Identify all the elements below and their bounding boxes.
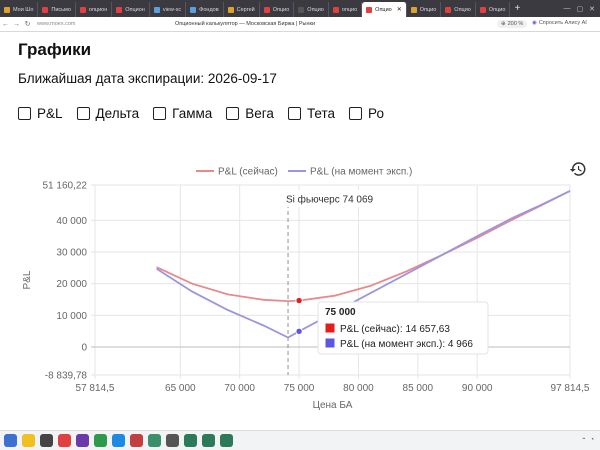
- series-line-0: [156, 190, 571, 303]
- tooltip-swatch-expiry: [324, 337, 336, 349]
- y-tick-label: -8 839,78: [45, 371, 88, 382]
- taskbar: ⌃ ◔: [0, 430, 600, 450]
- tooltip-line-now: P&L (сейчас): 14 657,63: [340, 324, 450, 335]
- taskbar-app-icon[interactable]: [22, 434, 35, 447]
- taskbar-app-icon[interactable]: [184, 434, 197, 447]
- y-axis-ticks: -8 839,78 0 10 000 20 000 30 000 40 000 51 160…: [43, 181, 88, 382]
- x-tick-label: 90 000: [462, 383, 493, 394]
- y-tick-label: 51 160,22: [43, 181, 88, 192]
- system-tray: ⌃ ◔: [581, 437, 600, 444]
- taskbar-app-icon[interactable]: [166, 434, 179, 447]
- tooltip-line-expiry: P&L (на момент эксп.): 4 966: [340, 339, 473, 350]
- y-tick-label: 0: [81, 343, 87, 354]
- chevron-up-icon[interactable]: ⌃: [581, 437, 586, 444]
- taskbar-app-icon[interactable]: [130, 434, 143, 447]
- tooltip-title: 75 000: [325, 307, 356, 318]
- taskbar-app-icon[interactable]: [40, 434, 53, 447]
- y-tick-label: 10 000: [56, 311, 87, 322]
- chart-tooltip: 75 000 P&L (сейчас): 14 657,63 P&L (на мом…: [317, 301, 489, 355]
- taskbar-app-icon[interactable]: [94, 434, 107, 447]
- network-icon[interactable]: ◔: [590, 437, 594, 444]
- x-tick-label: 80 000: [343, 383, 374, 394]
- taskbar-apps: [4, 434, 233, 447]
- x-axis-ticks: 57 814,5 65 000 70 000 75 000 80 000 85 000 90…: [76, 383, 590, 394]
- x-tick-label: 70 000: [224, 383, 255, 394]
- legend-label: P&L (на момент эксп.): [310, 167, 412, 178]
- series-marker-1: [295, 327, 303, 335]
- annotation-label: Si фьючерс 74 069: [286, 194, 374, 206]
- taskbar-app-icon[interactable]: [4, 434, 17, 447]
- taskbar-app-icon[interactable]: [202, 434, 215, 447]
- taskbar-app-icon[interactable]: [148, 434, 161, 447]
- legend-label: P&L (сейчас): [218, 167, 278, 178]
- x-tick-label: 75 000: [284, 383, 315, 394]
- taskbar-app-icon[interactable]: [76, 434, 89, 447]
- series-marker-0: [295, 296, 303, 305]
- taskbar-app-icon[interactable]: [58, 434, 71, 447]
- pnl-chart: 57 814,5 65 000 70 000 75 000 80 000 85 000 90…: [22, 167, 590, 412]
- x-tick-label: 85 000: [403, 383, 434, 394]
- x-tick-label: 65 000: [165, 383, 196, 394]
- chart-legend[interactable]: P&L (сейчас) P&L (на момент эксп.): [196, 167, 412, 178]
- y-tick-label: 20 000: [56, 279, 87, 290]
- x-tick-label: 57 814,5: [76, 383, 115, 394]
- y-tick-label: 40 000: [56, 216, 87, 227]
- x-axis-label: Цена БА: [313, 400, 353, 411]
- taskbar-app-icon[interactable]: [220, 434, 233, 447]
- y-tick-label: 30 000: [56, 248, 87, 259]
- taskbar-app-icon[interactable]: [112, 434, 125, 447]
- futures-annotation: Si фьючерс 74 069: [284, 190, 382, 207]
- x-tick-label: 97 814,5: [551, 383, 590, 394]
- y-axis-label: P&L: [22, 270, 33, 289]
- tooltip-swatch-now: [324, 322, 336, 334]
